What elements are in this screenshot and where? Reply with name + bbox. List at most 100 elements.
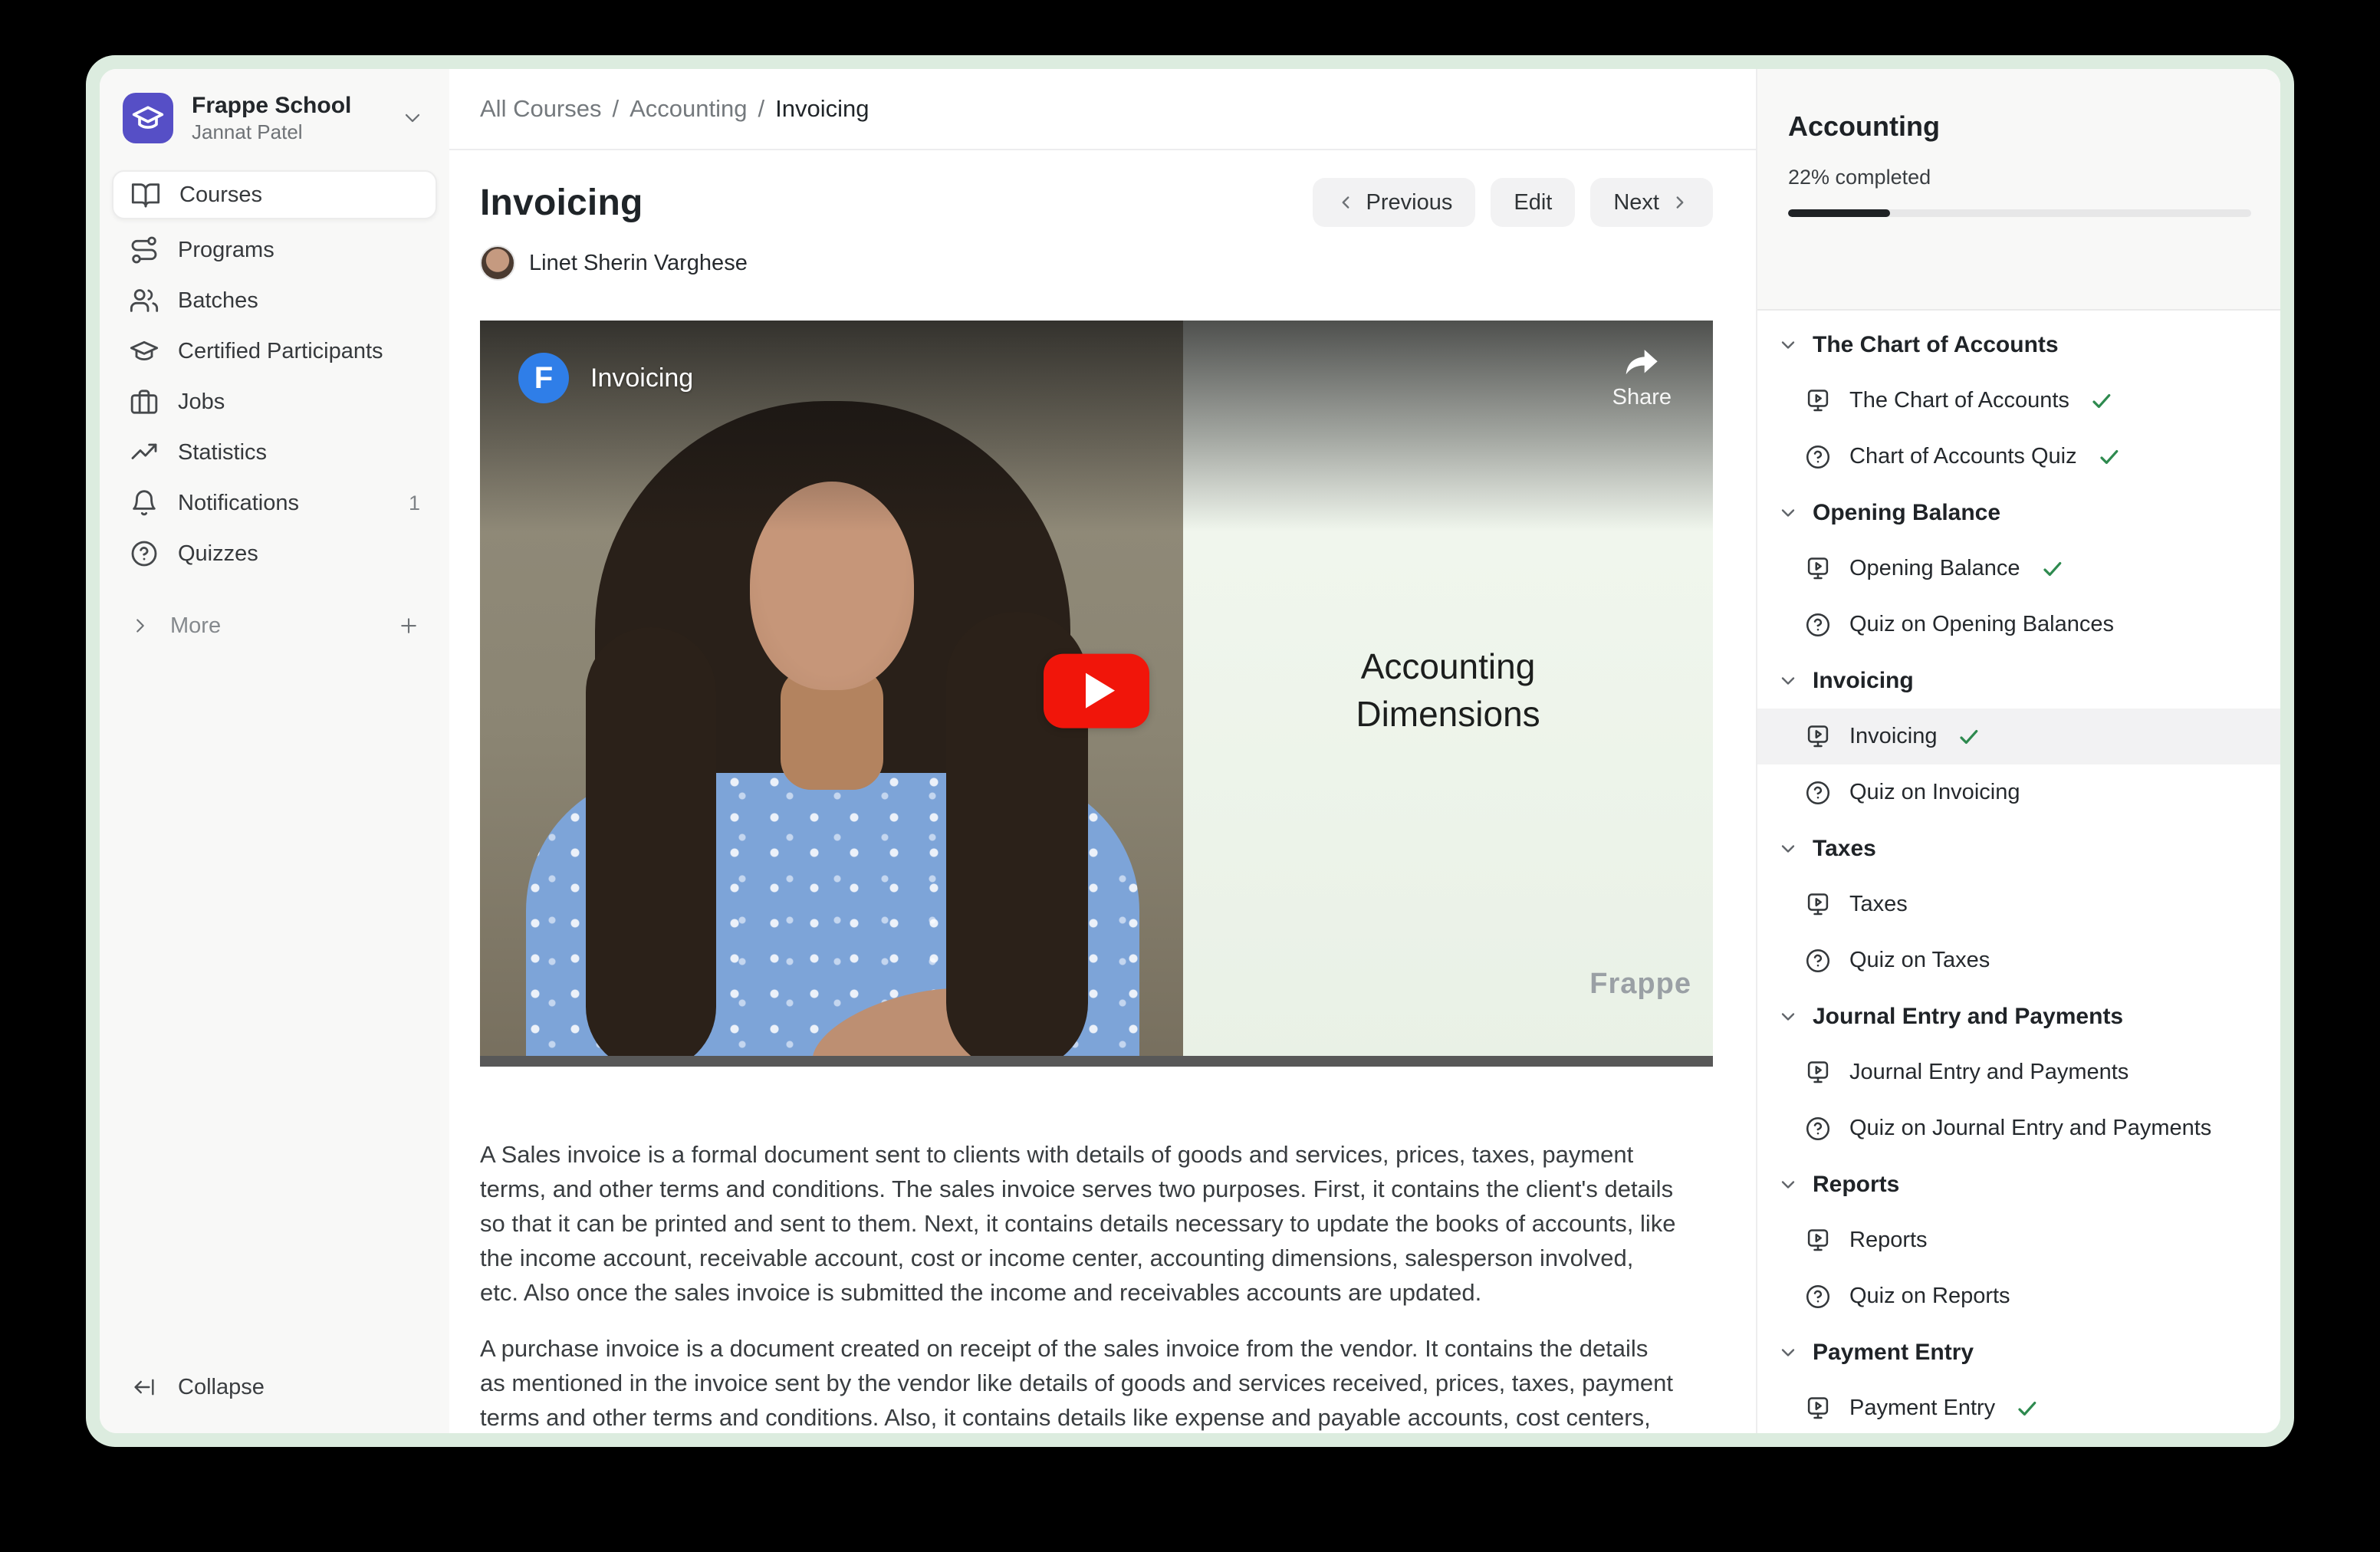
book-open-icon bbox=[130, 179, 161, 210]
main-content: All Courses / Accounting / Invoicing Inv… bbox=[449, 69, 1756, 1433]
help-circle-icon bbox=[129, 538, 159, 569]
video-watermark: Frappe bbox=[1589, 968, 1691, 1001]
previous-button[interactable]: Previous bbox=[1313, 178, 1476, 227]
sidebar-item-certified-participants[interactable]: Certified Participants bbox=[112, 327, 437, 376]
outline-item-reports[interactable]: Reports bbox=[1757, 1212, 2280, 1268]
briefcase-icon bbox=[129, 386, 159, 417]
breadcrumb-separator: / bbox=[758, 95, 765, 123]
outline-section-payment-entry[interactable]: Payment Entry bbox=[1757, 1324, 2280, 1380]
lesson-paragraph: A purchase invoice is a document created… bbox=[480, 1331, 1676, 1433]
chevron-down-icon bbox=[1777, 670, 1799, 692]
collapse-sidebar-icon bbox=[129, 1374, 159, 1400]
sidebar-item-notifications[interactable]: Notifications 1 bbox=[112, 478, 437, 528]
outline-section-opening-balance[interactable]: Opening Balance bbox=[1757, 485, 2280, 541]
outline-item-quiz-on-reports[interactable]: Quiz on Reports bbox=[1757, 1268, 2280, 1324]
breadcrumb-current: Invoicing bbox=[775, 95, 869, 123]
outline-item-chart-of-accounts-quiz[interactable]: Chart of Accounts Quiz bbox=[1757, 429, 2280, 485]
chevron-left-icon bbox=[1336, 192, 1356, 212]
outline-item-payment-entry[interactable]: Payment Entry bbox=[1757, 1380, 2280, 1433]
outline-item-quiz-on-taxes[interactable]: Quiz on Taxes bbox=[1757, 932, 2280, 988]
outline-item-invoicing[interactable]: Invoicing bbox=[1757, 709, 2280, 764]
share-button[interactable]: Share bbox=[1612, 348, 1672, 410]
route-icon bbox=[129, 235, 159, 265]
video-lesson-icon bbox=[1803, 386, 1833, 416]
outline-section-invoicing[interactable]: Invoicing bbox=[1757, 653, 2280, 709]
check-icon bbox=[2089, 389, 2114, 413]
outline-item-the-chart-of-accounts[interactable]: The Chart of Accounts bbox=[1757, 373, 2280, 429]
video-lesson-icon bbox=[1803, 1394, 1833, 1423]
outline-item-journal-entry-and-payments[interactable]: Journal Entry and Payments bbox=[1757, 1044, 2280, 1100]
author-row: Linet Sherin Varghese bbox=[480, 245, 1713, 281]
more-label: More bbox=[170, 613, 221, 639]
presenter-hair bbox=[586, 627, 716, 1067]
chevron-down-icon bbox=[1777, 334, 1799, 356]
chevron-down-icon bbox=[1777, 1342, 1799, 1363]
chevron-down-icon bbox=[1777, 502, 1799, 524]
chevron-down-icon[interactable] bbox=[397, 106, 428, 130]
next-button[interactable]: Next bbox=[1590, 178, 1713, 227]
progress-label: 22% completed bbox=[1788, 166, 2250, 189]
course-progress-header: Accounting 22% completed bbox=[1757, 69, 2280, 311]
sidebar-item-statistics[interactable]: Statistics bbox=[112, 428, 437, 477]
play-icon bbox=[1086, 673, 1115, 709]
video-player[interactable]: Accounting Dimensions F Invoicing Share bbox=[480, 321, 1713, 1067]
sidebar-item-batches[interactable]: Batches bbox=[112, 276, 437, 325]
outline-item-taxes[interactable]: Taxes bbox=[1757, 876, 2280, 932]
breadcrumb-accounting[interactable]: Accounting bbox=[630, 95, 747, 123]
sidebar-item-programs[interactable]: Programs bbox=[112, 225, 437, 275]
lesson-body: A Sales invoice is a formal document sen… bbox=[480, 1137, 1676, 1433]
sidebar-item-label: Certified Participants bbox=[178, 339, 383, 364]
play-button[interactable] bbox=[1044, 653, 1149, 728]
outline-section-the-chart-of-accounts[interactable]: The Chart of Accounts bbox=[1757, 317, 2280, 373]
author-avatar bbox=[480, 245, 515, 281]
slide-title: Accounting Dimensions bbox=[1183, 643, 1713, 738]
lesson-actions: Previous Edit Next bbox=[1313, 178, 1713, 227]
edit-button[interactable]: Edit bbox=[1491, 178, 1575, 227]
chevron-down-icon bbox=[1777, 1174, 1799, 1195]
graduation-cap-icon bbox=[129, 336, 159, 367]
outline-section-journal-entry-and-payments[interactable]: Journal Entry and Payments bbox=[1757, 988, 2280, 1044]
desktop-background: Frappe School Jannat Patel Courses Progr… bbox=[0, 0, 2380, 1552]
bell-icon bbox=[129, 488, 159, 518]
chevron-down-icon bbox=[1777, 838, 1799, 860]
breadcrumb-all-courses[interactable]: All Courses bbox=[480, 95, 602, 123]
lesson-paragraph: A Sales invoice is a formal document sen… bbox=[480, 1137, 1676, 1310]
quiz-icon bbox=[1803, 442, 1833, 472]
video-lesson-icon bbox=[1803, 1058, 1833, 1087]
chevron-right-icon bbox=[129, 614, 152, 637]
check-icon bbox=[2040, 557, 2065, 581]
video-lesson-icon bbox=[1803, 890, 1833, 919]
outline-item-quiz-on-journal-entry-and-payments[interactable]: Quiz on Journal Entry and Payments bbox=[1757, 1100, 2280, 1156]
sidebar: Frappe School Jannat Patel Courses Progr… bbox=[100, 69, 449, 1433]
outline-item-opening-balance[interactable]: Opening Balance bbox=[1757, 541, 2280, 597]
check-icon bbox=[1957, 725, 1981, 749]
sidebar-item-label: Courses bbox=[179, 182, 262, 208]
sidebar-item-courses[interactable]: Courses bbox=[112, 170, 437, 219]
trending-up-icon bbox=[129, 437, 159, 468]
outline-section-reports[interactable]: Reports bbox=[1757, 1156, 2280, 1212]
sidebar-item-label: Statistics bbox=[178, 440, 267, 465]
plus-icon[interactable] bbox=[397, 614, 420, 637]
sidebar-item-jobs[interactable]: Jobs bbox=[112, 377, 437, 426]
quiz-icon bbox=[1803, 778, 1833, 807]
page-title: Invoicing bbox=[480, 182, 643, 224]
workspace-switcher[interactable]: Frappe School Jannat Patel bbox=[112, 89, 437, 170]
sidebar-item-label: Programs bbox=[178, 238, 274, 263]
frappe-school-logo bbox=[123, 93, 173, 143]
sidebar-collapse-button[interactable]: Collapse bbox=[112, 1363, 437, 1412]
course-outline-list: The Chart of Accounts The Chart of Accou… bbox=[1757, 311, 2280, 1433]
video-title[interactable]: Invoicing bbox=[590, 363, 693, 393]
sidebar-item-quizzes[interactable]: Quizzes bbox=[112, 529, 437, 578]
breadcrumb: All Courses / Accounting / Invoicing bbox=[449, 69, 1756, 150]
quiz-icon bbox=[1803, 946, 1833, 975]
quiz-icon bbox=[1803, 1282, 1833, 1311]
outline-item-quiz-on-opening-balances[interactable]: Quiz on Opening Balances bbox=[1757, 597, 2280, 653]
channel-avatar[interactable]: F bbox=[518, 353, 569, 403]
outline-section-taxes[interactable]: Taxes bbox=[1757, 820, 2280, 876]
video-lesson-icon bbox=[1803, 554, 1833, 584]
progress-bar-fill bbox=[1788, 209, 1890, 217]
sidebar-nav: Courses Programs Batches Certified Parti… bbox=[112, 170, 437, 578]
outline-item-quiz-on-invoicing[interactable]: Quiz on Invoicing bbox=[1757, 764, 2280, 820]
video-progress-bar[interactable] bbox=[480, 1056, 1713, 1067]
sidebar-more-toggle[interactable]: More bbox=[112, 601, 437, 650]
